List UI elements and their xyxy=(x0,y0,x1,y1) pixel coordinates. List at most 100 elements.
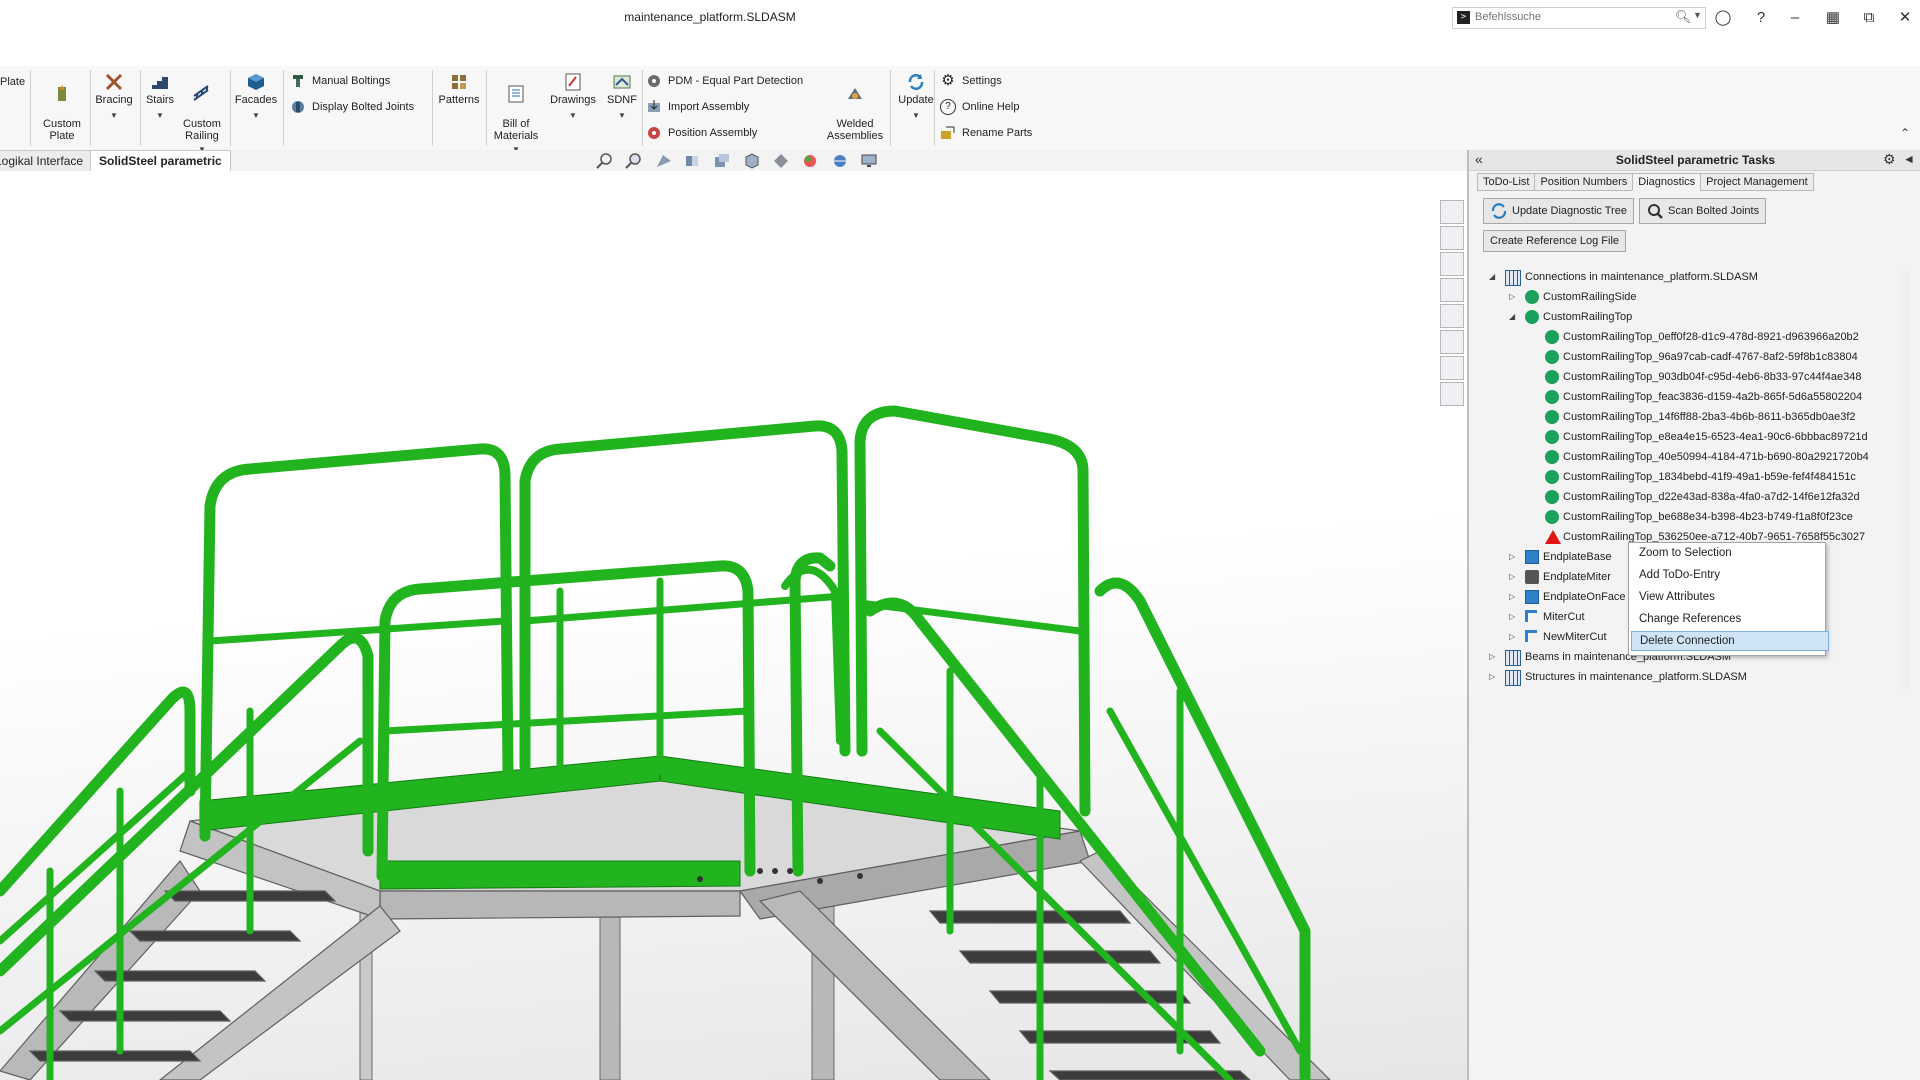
file-explorer-icon[interactable] xyxy=(1440,252,1464,276)
search-icon[interactable]: 🔍︎ xyxy=(1675,9,1692,25)
help-icon[interactable]: ? xyxy=(1750,7,1772,29)
chevron-down-icon[interactable]: ▼ xyxy=(894,110,938,122)
close-icon[interactable]: ✕ xyxy=(1894,7,1916,29)
tab-diagnostics[interactable]: Diagnostics xyxy=(1632,173,1702,191)
platform-3d-model[interactable] xyxy=(0,171,1467,1080)
online-help-button[interactable]: ? Online Help xyxy=(940,97,1019,117)
welded-assemblies-button[interactable]: Welded Assemblies xyxy=(822,72,888,142)
create-reference-log-button[interactable]: Create Reference Log File xyxy=(1483,230,1627,252)
position-assembly-button[interactable]: Position Assembly xyxy=(646,123,757,143)
tree-label: CustomRailingTop_be688e34-b398-4b23-b749… xyxy=(1563,511,1853,523)
tree-label: CustomRailingTop_feac3836-d159-4a2b-865f… xyxy=(1563,391,1863,403)
scan-bolted-label: Scan Bolted Joints xyxy=(1668,205,1760,217)
task-pane-icon-strip xyxy=(1440,200,1466,408)
gear-icon[interactable]: ⚙ xyxy=(1883,151,1896,168)
home-icon[interactable] xyxy=(1440,200,1464,224)
section-view-icon[interactable] xyxy=(684,153,702,169)
expand-icon[interactable]: ▷ xyxy=(1509,628,1519,646)
task-pane-header: « SolidSteel parametric Tasks ⚙ ◄ xyxy=(1469,150,1920,171)
tree-label: EndplateMiter xyxy=(1543,571,1611,583)
plate-button[interactable]: Plate xyxy=(0,76,25,88)
bill-of-materials-label: Bill of Materials xyxy=(493,118,539,142)
import-assembly-button[interactable]: Import Assembly xyxy=(646,97,749,117)
previous-view-icon[interactable] xyxy=(655,153,673,169)
display-style-icon[interactable] xyxy=(772,153,790,169)
stairs-button[interactable]: Stairs ▼ xyxy=(143,72,177,122)
scan-bolted-joints-button[interactable]: Scan Bolted Joints xyxy=(1639,198,1767,224)
collapse-icon[interactable]: ◢ xyxy=(1489,268,1499,286)
tab-todo-list[interactable]: ToDo-List xyxy=(1477,173,1536,191)
tree-label: EndplateBase xyxy=(1543,551,1612,563)
custom-railing-label: Custom Railing xyxy=(183,118,221,142)
search-input[interactable] xyxy=(1475,10,1665,24)
chevron-down-icon[interactable]: ▼ xyxy=(1693,10,1702,20)
menu-item-view-attributes[interactable]: View Attributes xyxy=(1631,587,1827,607)
manual-boltings-button[interactable]: Manual Boltings xyxy=(290,71,390,91)
custom-plate-button[interactable]: Custom Plate xyxy=(40,72,84,142)
stairs-label: Stairs xyxy=(145,94,175,106)
appearance-icon[interactable] xyxy=(801,153,819,169)
expand-icon[interactable]: ▷ xyxy=(1509,548,1519,566)
command-search[interactable]: > 🔍︎ ▼ xyxy=(1452,7,1706,29)
expand-icon[interactable]: ▷ xyxy=(1509,568,1519,586)
menu-item-delete-connection[interactable]: Delete Connection xyxy=(1631,631,1829,651)
connections-icon xyxy=(1505,270,1521,286)
expand-icon[interactable]: ▷ xyxy=(1509,608,1519,626)
menu-item-add-todo-entry[interactable]: Add ToDo-Entry xyxy=(1631,565,1827,585)
zoom-to-fit-icon[interactable] xyxy=(596,153,614,169)
custom-properties-icon[interactable] xyxy=(1440,330,1464,354)
beam-icon[interactable] xyxy=(1440,382,1464,406)
solidsteel-icon[interactable] xyxy=(1440,356,1464,380)
chevron-down-icon[interactable]: ▼ xyxy=(143,110,177,122)
rename-parts-button[interactable]: Rename Parts xyxy=(940,123,1032,143)
expand-icon[interactable]: ▷ xyxy=(1509,588,1519,606)
tree-label: CustomRailingTop_96a97cab-cadf-4767-8af2… xyxy=(1563,351,1858,363)
expand-icon[interactable]: ▷ xyxy=(1489,648,1499,666)
display-bolted-joints-button[interactable]: Display Bolted Joints xyxy=(290,97,414,117)
menu-item-zoom-to-selection[interactable]: Zoom to Selection xyxy=(1631,543,1827,563)
monitor-icon[interactable] xyxy=(860,153,878,169)
update-button[interactable]: Update ▼ xyxy=(894,72,938,122)
chevron-down-icon[interactable]: ▼ xyxy=(92,110,136,122)
tab-project-management[interactable]: Project Management xyxy=(1700,173,1814,191)
scene-icon[interactable] xyxy=(831,153,849,169)
appearances-icon[interactable] xyxy=(1440,304,1464,328)
chevron-down-icon[interactable]: ▼ xyxy=(234,110,278,122)
dynamic-annotation-icon[interactable] xyxy=(713,153,731,169)
design-library-icon[interactable] xyxy=(1440,226,1464,250)
drawings-button[interactable]: Drawings ▼ xyxy=(546,72,600,122)
expand-icon[interactable]: ▷ xyxy=(1509,288,1519,306)
collapse-ribbon-icon[interactable]: ⌃ xyxy=(1900,126,1910,140)
view-palette-icon[interactable] xyxy=(1440,278,1464,302)
zoom-area-icon[interactable] xyxy=(625,153,643,169)
user-icon[interactable]: ◯ xyxy=(1712,7,1734,29)
settings-button[interactable]: ⚙ Settings xyxy=(940,71,1001,91)
window-title: maintenance_platform.SLDASM xyxy=(624,10,796,24)
patterns-button[interactable]: Patterns xyxy=(436,72,482,106)
divider xyxy=(642,70,643,146)
tab-solidsteel-parametric[interactable]: SolidSteel parametric xyxy=(90,150,231,172)
tab-position-numbers[interactable]: Position Numbers xyxy=(1534,173,1634,191)
expand-icon[interactable]: ▷ xyxy=(1489,668,1499,686)
drawings-label: Drawings xyxy=(550,94,596,106)
bracing-button[interactable]: Bracing ▼ xyxy=(92,72,136,122)
pin-icon[interactable]: ◄ xyxy=(1903,152,1915,166)
update-diagnostic-tree-button[interactable]: Update Diagnostic Tree xyxy=(1483,198,1634,224)
tab-logikal-interface[interactable]: Logikal Interface xyxy=(0,150,93,172)
restore-icon[interactable]: ⧉ xyxy=(1858,7,1880,29)
view-orientation-icon[interactable] xyxy=(743,153,761,169)
chevron-down-icon[interactable]: ▼ xyxy=(604,110,640,122)
tree-scrollbar[interactable] xyxy=(1900,270,1910,690)
sdnf-button[interactable]: SDNF ▼ xyxy=(604,72,640,122)
context-menu: Zoom to Selection Add ToDo-Entry View At… xyxy=(1628,542,1829,656)
tile-icon[interactable]: ▦ xyxy=(1822,7,1844,29)
graphics-viewport[interactable] xyxy=(0,171,1467,1080)
collapse-icon[interactable]: ◢ xyxy=(1509,308,1519,326)
facades-button[interactable]: Facades ▼ xyxy=(234,72,278,122)
endplate-icon xyxy=(1525,590,1539,604)
menu-item-change-references[interactable]: Change References xyxy=(1631,609,1827,629)
terminal-icon: > xyxy=(1457,11,1470,24)
pdm-equal-part-detection-button[interactable]: PDM - Equal Part Detection xyxy=(646,71,803,91)
minimize-icon[interactable]: – xyxy=(1784,7,1806,29)
chevron-down-icon[interactable]: ▼ xyxy=(546,110,600,122)
